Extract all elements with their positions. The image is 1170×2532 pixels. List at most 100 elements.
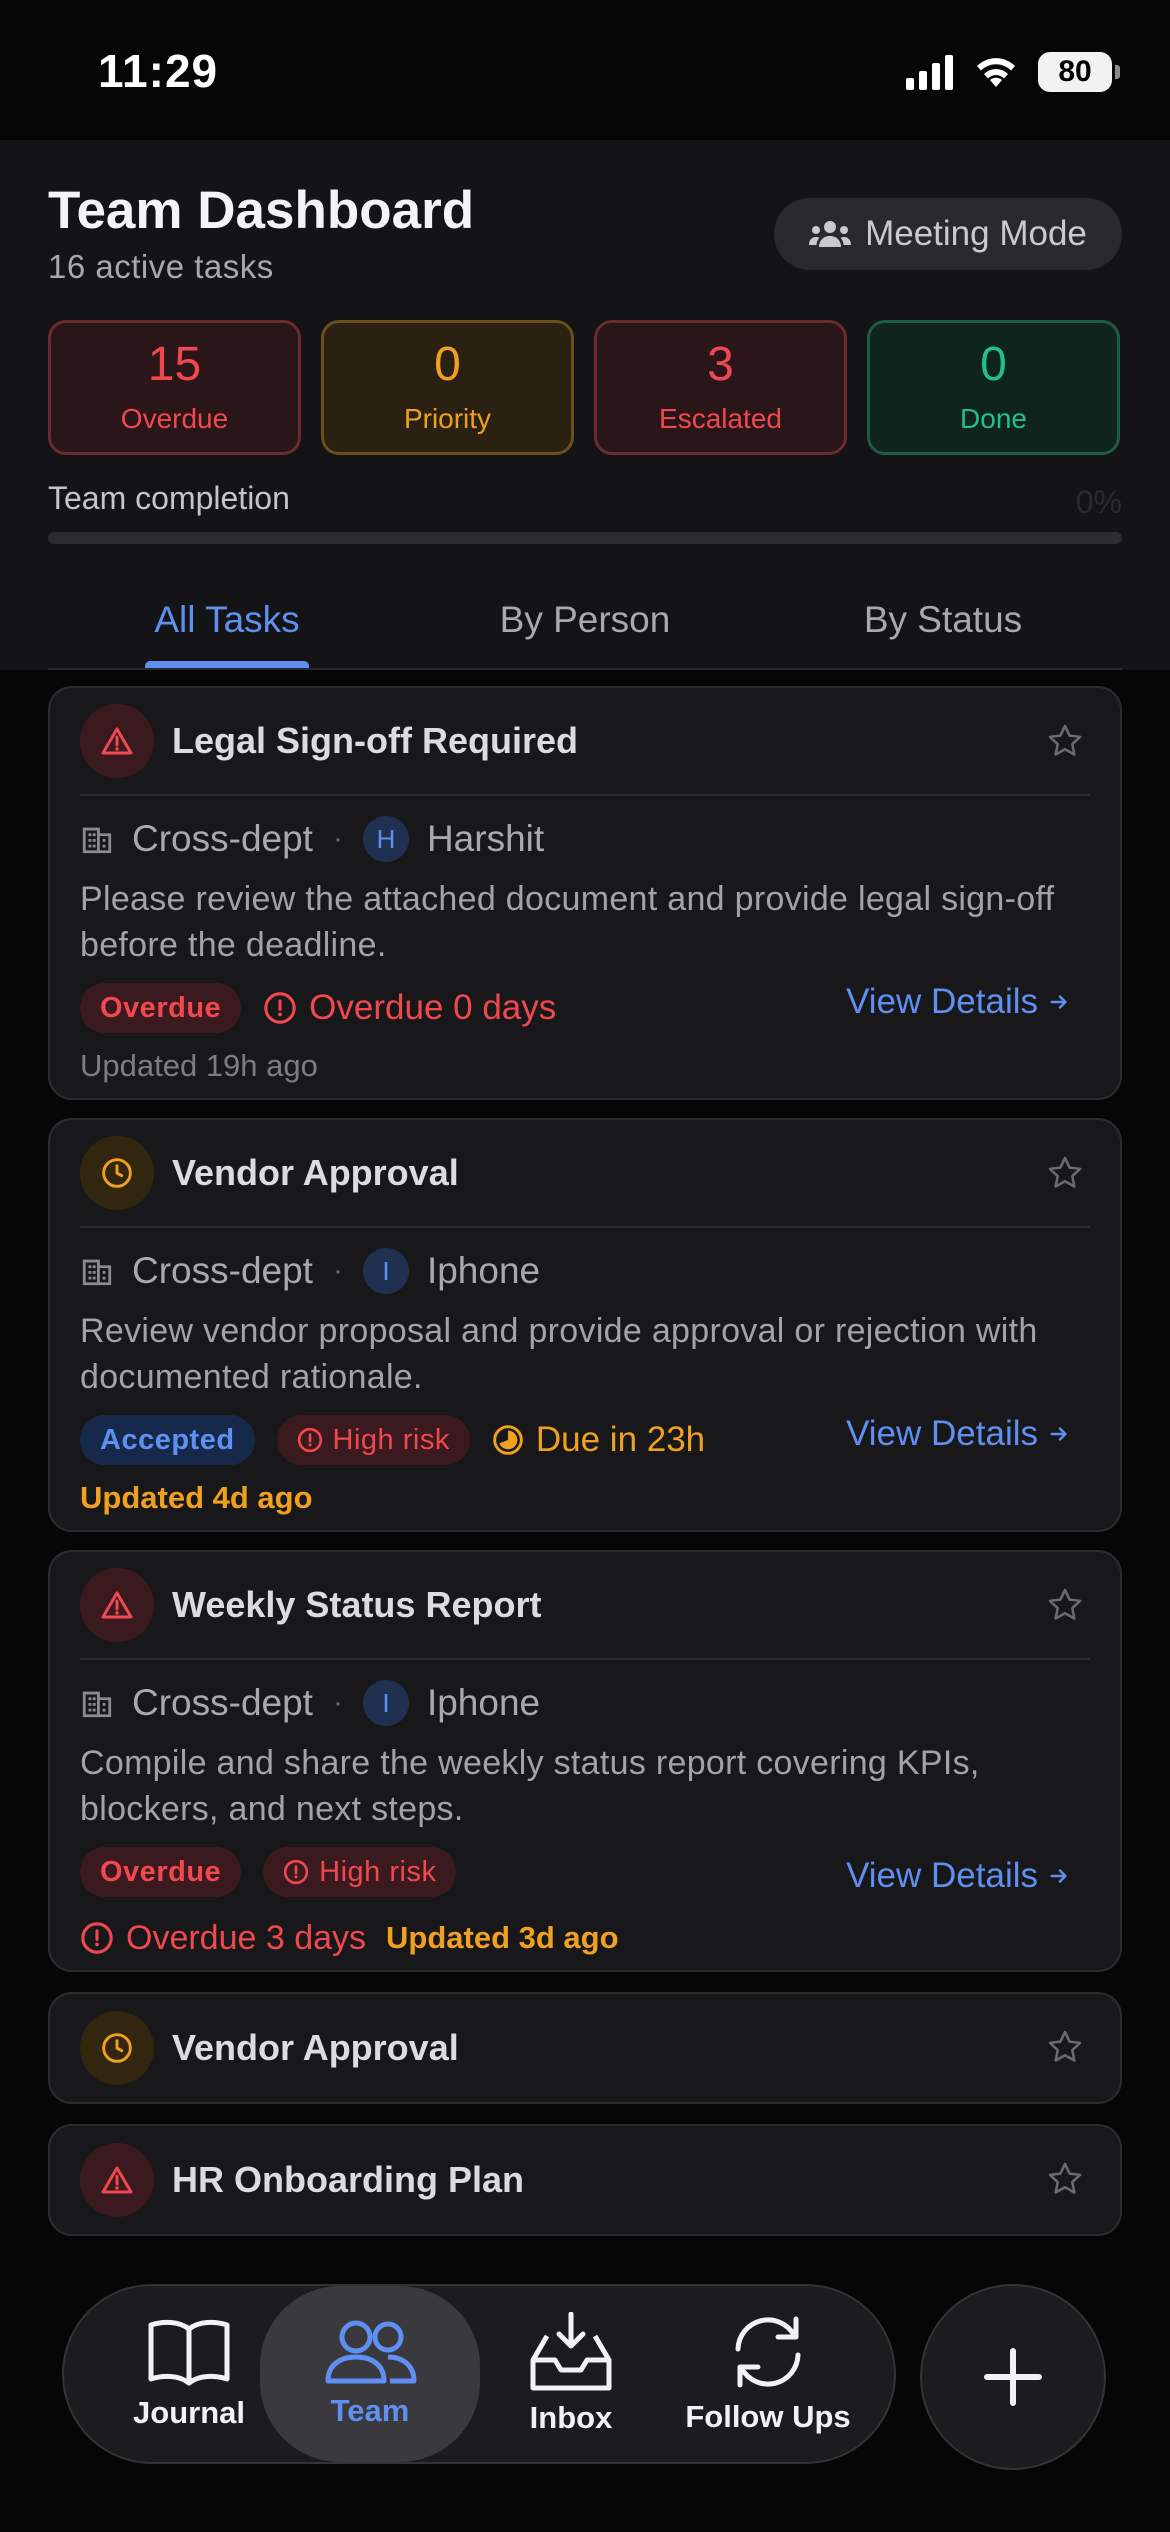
warning-icon [101,727,133,755]
plus-icon [984,2348,1042,2406]
signal-icon [906,55,953,90]
task-card-body: Cross-dept · I Iphone Review vendor prop… [50,1228,1120,1516]
stat-escalated[interactable]: 3 Escalated [594,320,847,455]
nav-journal[interactable]: Journal [114,2286,264,2462]
status-time: 11:29 [98,45,219,97]
nav-label: Journal [133,2395,245,2430]
nav-follow-ups[interactable]: Follow Ups [668,2286,868,2462]
alert-circle-icon [264,992,296,1024]
completion-label: Team completion [48,480,290,516]
risk-label: High risk [332,1423,450,1456]
risk-label: High risk [319,1855,437,1888]
nav-label: Team [330,2393,410,2428]
stats-row: 15 Overdue 0 Priority 3 Escalated 0 Done [48,320,1120,455]
book-icon [148,2319,230,2386]
updated-text: Updated 19h ago [80,1048,318,1083]
updated-text: Updated 4d ago [80,1480,313,1515]
task-description: Please review the attached document and … [80,880,1055,964]
task-dept: Cross-dept [132,818,313,859]
star-icon[interactable] [1046,2160,1084,2198]
task-meta: Cross-dept · I Iphone [80,1678,1090,1728]
task-title: Weekly Status Report [172,1584,542,1625]
warning-icon [101,1591,133,1619]
nav-team[interactable]: Team [260,2286,480,2462]
tab-by-status[interactable]: By Status [764,570,1122,670]
meeting-mode-button[interactable]: Meeting Mode [774,198,1122,270]
task-description: Review vendor proposal and provide appro… [80,1312,1038,1396]
task-status-badge [80,2143,154,2217]
overdue-text: Overdue 0 days [309,988,557,1027]
stat-overdue[interactable]: 15 Overdue [48,320,301,455]
tab-by-person[interactable]: By Person [406,570,764,670]
task-card[interactable]: Weekly Status Report Cross-dept · I Ipho… [48,1550,1122,1972]
task-card[interactable]: HR Onboarding Plan [48,2124,1122,2236]
arrow-right-icon [1050,1869,1067,1883]
view-details-link[interactable]: View Details [846,982,1070,1022]
nav-inbox[interactable]: Inbox [496,2286,646,2462]
task-status-badge [80,1136,154,1210]
stat-value: 0 [980,337,1007,391]
task-card-body: Cross-dept · I Iphone Compile and share … [50,1660,1120,1964]
stat-label: Overdue [120,402,229,434]
timer-icon [493,1425,523,1455]
battery-level: 80 [1058,55,1092,88]
view-details-link[interactable]: View Details [846,1414,1070,1454]
view-details-label: View Details [846,982,1038,1021]
stat-value: 0 [434,337,461,391]
task-card-header: Legal Sign-off Required [50,688,1120,794]
star-icon[interactable] [1046,1586,1084,1624]
avatar: I [362,1680,409,1726]
task-card[interactable]: Vendor Approval Cross-dept · I Iphone Re… [48,1118,1122,1532]
page-subtitle: 16 active tasks [48,248,274,285]
page-title: Team Dashboard [48,181,475,240]
task-status-badge [80,704,154,778]
star-icon[interactable] [1046,2028,1084,2066]
alert-circle-icon [284,1859,309,1885]
stat-done[interactable]: 0 Done [867,320,1120,455]
task-title: Vendor Approval [172,2027,459,2068]
stat-label: Priority [403,402,492,434]
stat-priority[interactable]: 0 Priority [321,320,574,455]
tab-all-tasks[interactable]: All Tasks [48,570,406,670]
refresh-icon [735,2316,801,2388]
task-meta: Cross-dept · H Harshit [80,814,1090,864]
completion-progress-bar [48,532,1122,544]
status-badge: Accepted [80,1415,255,1465]
nav-label: Inbox [529,2400,613,2435]
inbox-download-icon [530,2312,612,2391]
task-title: Vendor Approval [172,1152,459,1193]
wifi-icon [977,58,1015,87]
view-tabs: All Tasks By Person By Status [48,570,1122,670]
task-card-header: HR Onboarding Plan [50,2126,1120,2234]
updated-text: Updated 3d ago [386,1920,619,1955]
alert-circle-icon [81,1922,113,1954]
task-card[interactable]: Vendor Approval [48,1992,1122,2104]
view-details-link[interactable]: View Details [846,1856,1070,1896]
overdue-text: Overdue 3 days [126,1918,367,1957]
bottom-nav: Journal Team Inbox Follow Ups [62,2284,896,2464]
task-dept: Cross-dept [132,1682,313,1723]
task-title: HR Onboarding Plan [172,2159,525,2200]
tabs-divider [48,668,1122,670]
arrow-right-icon [1050,995,1067,1009]
task-card-body: Cross-dept · H Harshit Please review the… [50,796,1120,1084]
avatar: H [362,816,409,862]
task-title: Legal Sign-off Required [172,720,579,761]
add-task-button[interactable] [920,2284,1106,2470]
battery-icon: 80 [1038,52,1120,92]
stat-value: 15 [147,337,202,391]
task-indicators: Overdue 3 days Updated 3d ago [80,1912,1090,1964]
star-icon[interactable] [1046,722,1084,760]
status-bar: 11:29 80 [0,0,1170,140]
view-details-label: View Details [846,1414,1038,1453]
completion-percent: 0% [1075,484,1122,520]
star-icon[interactable] [1046,1154,1084,1192]
risk-badge: High risk [276,1415,470,1465]
task-card[interactable]: Legal Sign-off Required Cross-dept · H H… [48,686,1122,1100]
clock-icon [102,2033,132,2063]
meeting-mode-label: Meeting Mode [865,214,1087,253]
task-description: Compile and share the weekly status repo… [80,1744,980,1828]
task-card-header: Weekly Status Report [50,1552,1120,1658]
separator-dot: · [332,822,343,855]
nav-label: Follow Ups [685,2399,851,2434]
